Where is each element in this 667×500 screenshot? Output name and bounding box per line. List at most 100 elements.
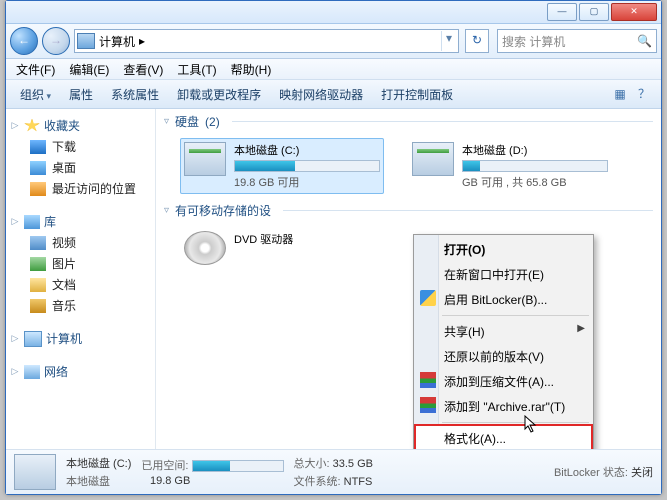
maximize-button[interactable]: ▢ (579, 3, 609, 21)
view-mode-button[interactable]: ▦ (609, 84, 631, 104)
network-icon (24, 365, 40, 379)
address-bar[interactable]: 计算机 ▸ ▾ (74, 29, 459, 53)
cmd-system-properties[interactable]: 系统属性 (103, 83, 167, 106)
sidebar-network-group: ▷ 网络 (8, 361, 153, 382)
collapse-icon: ▿ (164, 205, 169, 216)
address-dropdown[interactable]: ▾ (441, 31, 456, 51)
menu-bar: 文件(F) 编辑(E) 查看(V) 工具(T) 帮助(H) (6, 59, 661, 80)
drive-info: 本地磁盘 (C:) 19.8 GB 可用 (234, 142, 380, 190)
cmd-uninstall[interactable]: 卸载或更改程序 (169, 83, 269, 106)
drive-info: 本地磁盘 (D:) GB 可用 , 共 65.8 GB (462, 142, 608, 190)
separator (442, 315, 589, 316)
cmd-map-drive[interactable]: 映射网络驱动器 (271, 83, 371, 106)
ctx-open[interactable]: 打开(O) (416, 237, 591, 262)
ctx-label: 添加到 "Archive.rar"(T) (444, 400, 565, 414)
ctx-add-to-archive[interactable]: 添加到压缩文件(A)... (416, 369, 591, 394)
address-crumb[interactable]: 计算机 (99, 33, 135, 50)
ctx-bitlocker[interactable]: 启用 BitLocker(B)... (416, 287, 591, 312)
address-sep[interactable]: ▸ (139, 34, 145, 48)
sidebar-item-recent[interactable]: 最近访问的位置 (8, 178, 153, 199)
status-bar: 本地磁盘 (C:) 本地磁盘 已用空间: x 19.8 GB 总大小: 33.5… (6, 449, 661, 494)
sidebar-item-downloads[interactable]: 下载 (8, 136, 153, 157)
status-total-col: 总大小: 33.5 GB 文件系统: NTFS (294, 455, 373, 489)
drive-name: DVD 驱动器 (234, 231, 380, 247)
ctx-previous-versions[interactable]: 还原以前的版本(V) (416, 344, 591, 369)
search-icon: 🔍 (637, 34, 652, 48)
menu-help[interactable]: 帮助(H) (225, 59, 278, 80)
rar-icon (420, 372, 436, 388)
context-menu: 打开(O) 在新窗口中打开(E) 启用 BitLocker(B)... 共享(H… (413, 234, 594, 449)
status-total-value: 33.5 GB (333, 458, 373, 470)
ctx-label: 启用 BitLocker(B)... (444, 293, 547, 307)
help-button[interactable]: ？ (633, 84, 655, 104)
hdd-icon (412, 142, 454, 176)
sidebar-libraries-head[interactable]: ▷ 库 (8, 211, 153, 232)
sidebar-label: 库 (44, 213, 56, 230)
sidebar-item-documents[interactable]: 文档 (8, 274, 153, 295)
titlebar: — ▢ ✕ (6, 1, 661, 24)
sidebar-item-desktop[interactable]: 桌面 (8, 157, 153, 178)
sidebar-favorites: ▷ 收藏夹 下载 桌面 最近访问的位置 (8, 115, 153, 199)
content-pane: ▿ 硬盘 (2) 本地磁盘 (C:) 19.8 GB 可用 (156, 109, 661, 449)
drive-free-text: GB 可用 , 共 65.8 GB (462, 174, 608, 190)
close-button[interactable]: ✕ (611, 3, 657, 21)
refresh-button[interactable]: ↻ (465, 29, 489, 53)
shield-icon (420, 290, 436, 306)
star-icon (24, 119, 40, 133)
status-used-label: 已用空间: (141, 460, 188, 472)
download-icon (30, 140, 46, 154)
group-header-hdd[interactable]: ▿ 硬盘 (2) (156, 109, 661, 134)
command-bar: 组织 属性 系统属性 卸载或更改程序 映射网络驱动器 打开控制面板 ▦ ？ (6, 80, 661, 109)
group-header-removable[interactable]: ▿ 有可移动存储的设 (156, 198, 661, 223)
drive-free-text: 19.8 GB 可用 (234, 174, 380, 190)
sidebar-item-videos[interactable]: 视频 (8, 232, 153, 253)
computer-icon (24, 331, 42, 347)
group-label: 有可移动存储的设 (175, 202, 271, 219)
sidebar-item-label: 下载 (52, 138, 76, 155)
menu-view[interactable]: 查看(V) (117, 59, 169, 80)
nav-forward-button[interactable]: → (42, 27, 70, 55)
sidebar-item-label: 桌面 (52, 159, 76, 176)
drive-d[interactable]: 本地磁盘 (D:) GB 可用 , 共 65.8 GB (408, 138, 612, 194)
drive-name: 本地磁盘 (C:) (234, 142, 380, 158)
menu-tools[interactable]: 工具(T) (171, 59, 222, 80)
sidebar-computer[interactable]: ▷ 计算机 (8, 328, 153, 349)
ctx-label: 共享(H) (444, 325, 485, 339)
sidebar-item-music[interactable]: 音乐 (8, 295, 153, 316)
search-box[interactable]: 搜索 计算机 🔍 (497, 29, 657, 53)
collapse-icon: ▷ (10, 216, 20, 227)
collapse-icon: ▷ (10, 120, 20, 131)
library-icon (24, 215, 40, 229)
sidebar-label: 收藏夹 (44, 117, 80, 134)
cmd-organize[interactable]: 组织 (12, 83, 59, 106)
ctx-format[interactable]: 格式化(A)... (416, 426, 591, 449)
menu-edit[interactable]: 编辑(E) (63, 59, 115, 80)
music-icon (30, 299, 46, 313)
cmd-control-panel[interactable]: 打开控制面板 (373, 83, 461, 106)
menu-file[interactable]: 文件(F) (10, 59, 61, 80)
drive-info: DVD 驱动器 (234, 231, 380, 249)
document-icon (30, 278, 46, 292)
sidebar-network[interactable]: ▷ 网络 (8, 361, 153, 382)
ctx-open-new-window[interactable]: 在新窗口中打开(E) (416, 262, 591, 287)
ctx-share[interactable]: 共享(H)▶ (416, 319, 591, 344)
status-bitlocker-value: 关闭 (631, 467, 653, 479)
group-label: 硬盘 (175, 113, 199, 130)
sidebar-item-pictures[interactable]: 图片 (8, 253, 153, 274)
dvd-icon (184, 231, 226, 265)
sidebar-favorites-head[interactable]: ▷ 收藏夹 (8, 115, 153, 136)
minimize-button[interactable]: — (547, 3, 577, 21)
drive-c[interactable]: 本地磁盘 (C:) 19.8 GB 可用 (180, 138, 384, 194)
status-fs-label: 文件系统: (294, 476, 341, 488)
rar-icon (420, 397, 436, 413)
drive-usage-fill (463, 161, 480, 171)
status-used-col: 已用空间: x 19.8 GB (141, 457, 283, 487)
nav-back-button[interactable]: ← (10, 27, 38, 55)
ctx-add-to-rar[interactable]: 添加到 "Archive.rar"(T) (416, 394, 591, 419)
dvd-drive[interactable]: DVD 驱动器 (180, 227, 384, 269)
sidebar-item-label: 最近访问的位置 (52, 180, 136, 197)
explorer-window: — ▢ ✕ ← → 计算机 ▸ ▾ ↻ 搜索 计算机 🔍 文件(F) 编辑(E)… (5, 0, 662, 495)
status-used-value: 19.8 GB (150, 475, 190, 487)
drive-name: 本地磁盘 (D:) (462, 142, 608, 158)
cmd-properties[interactable]: 属性 (61, 83, 101, 106)
